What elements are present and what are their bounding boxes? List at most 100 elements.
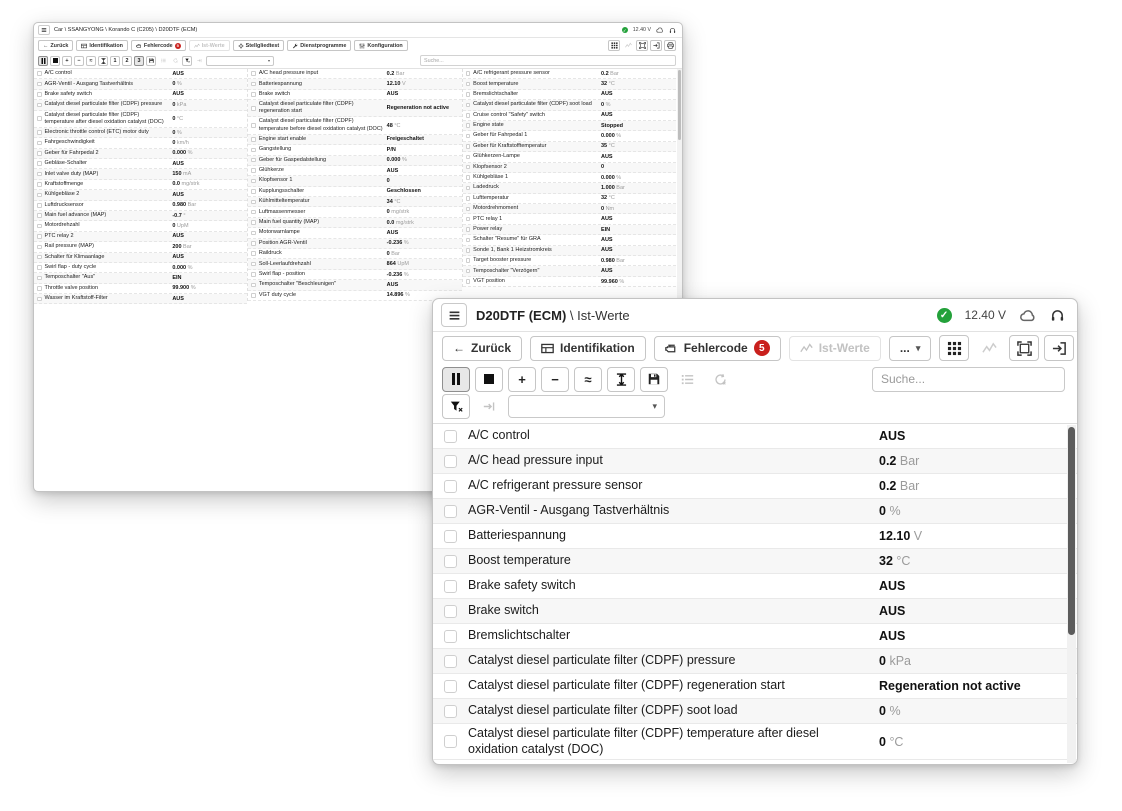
row-checkbox[interactable]: [466, 196, 471, 201]
value-row[interactable]: Bremslichtschalter AUS: [463, 90, 676, 100]
row-checkbox[interactable]: [466, 186, 471, 191]
value-row[interactable]: Gangstellung P/N: [248, 145, 461, 155]
row-checkbox[interactable]: [251, 168, 256, 173]
row-checkbox[interactable]: [444, 605, 457, 618]
value-row[interactable]: Raildruck 0 Bar: [248, 249, 461, 259]
value-row[interactable]: Engine start enable Freigeschaltet: [248, 135, 461, 145]
value-row[interactable]: Temposchalter "Aus" EIN: [34, 273, 247, 283]
value-row[interactable]: A/C head pressure input 0.2 Bar: [248, 69, 461, 79]
stop-button[interactable]: [475, 367, 503, 392]
value-row[interactable]: Target booster pressure 0.980 Bar: [463, 256, 676, 266]
layout-3col-button[interactable]: 3: [134, 56, 144, 66]
value-row[interactable]: Kühlgebläse 2 AUS: [34, 190, 247, 200]
row-checkbox[interactable]: [37, 265, 42, 270]
value-row[interactable]: Klopfsensor 1 0: [248, 176, 461, 186]
export-button[interactable]: [1044, 335, 1074, 361]
value-row[interactable]: Glühkerze AUS: [248, 166, 461, 176]
row-checkbox[interactable]: [251, 158, 256, 163]
search-input[interactable]: [420, 55, 676, 66]
row-checkbox[interactable]: [466, 227, 471, 232]
value-row[interactable]: Catalyst diesel particulate filter (CDPF…: [248, 100, 461, 117]
row-checkbox[interactable]: [444, 705, 457, 718]
row-checkbox[interactable]: [466, 279, 471, 284]
hamburger-menu-button[interactable]: [441, 303, 467, 327]
grid-view-button[interactable]: [608, 40, 620, 51]
row-checkbox[interactable]: [444, 655, 457, 668]
value-row[interactable]: Temposchalter "Beschleunigen" AUS: [248, 280, 461, 290]
fit-height-button[interactable]: [98, 56, 108, 66]
row-checkbox[interactable]: [466, 103, 471, 108]
value-row[interactable]: Boost temperature 32 °C: [463, 79, 676, 89]
value-row[interactable]: PTC relay 2 AUS: [34, 232, 247, 242]
identifikation-button[interactable]: Identifikation: [76, 40, 128, 51]
value-row[interactable]: Temposchalter "Verzögern" AUS: [463, 266, 676, 276]
stop-button[interactable]: [50, 56, 60, 66]
row-checkbox[interactable]: [251, 231, 256, 236]
row-checkbox[interactable]: [37, 297, 42, 302]
row-checkbox[interactable]: [251, 92, 256, 97]
value-row[interactable]: Boost temperature 32 °C: [433, 549, 1077, 574]
value-row[interactable]: Luftmassenmesser 0 mg/strk: [248, 207, 461, 217]
row-checkbox[interactable]: [466, 155, 471, 160]
row-checkbox[interactable]: [444, 480, 457, 493]
back-button[interactable]: ←Zurück: [442, 336, 522, 361]
value-row[interactable]: PTC relay 1 AUS: [463, 214, 676, 224]
cloud-icon[interactable]: [1019, 309, 1037, 322]
value-row[interactable]: Geber für Gaspedalstellung 0.000 %: [248, 156, 461, 166]
grid-view-button[interactable]: [939, 335, 969, 361]
value-row[interactable]: Kraftstoffmenge 0.0 mg/strk: [34, 180, 247, 190]
row-checkbox[interactable]: [444, 680, 457, 693]
row-checkbox[interactable]: [37, 172, 42, 177]
row-checkbox[interactable]: [251, 71, 256, 76]
value-row[interactable]: Wasser im Kraftstoff-Filter AUS: [34, 294, 247, 304]
value-row[interactable]: A/C head pressure input 0.2 Bar: [433, 449, 1077, 474]
zoom-out-button[interactable]: −: [74, 56, 84, 66]
row-checkbox[interactable]: [444, 530, 457, 543]
row-checkbox[interactable]: [466, 165, 471, 170]
value-row[interactable]: AGR-Ventil - Ausgang Tastverhältnis 0 %: [34, 79, 247, 89]
value-row[interactable]: Catalyst diesel particulate filter (CDPF…: [34, 111, 247, 128]
value-row[interactable]: Catalyst diesel particulate filter (CDPF…: [34, 100, 247, 110]
value-row[interactable]: Swirl flap - position -0.236 %: [248, 270, 461, 280]
value-row[interactable]: Klopfsensor 2 0: [463, 163, 676, 173]
zoom-in-button[interactable]: +: [508, 367, 536, 392]
scrollbar-track[interactable]: [677, 69, 682, 305]
value-row[interactable]: Power relay EIN: [463, 225, 676, 235]
value-row[interactable]: Fahrgeschwindigkeit 0 km/h: [34, 138, 247, 148]
row-checkbox[interactable]: [37, 116, 42, 121]
back-button[interactable]: ←Zurück: [38, 40, 73, 51]
save-button[interactable]: [640, 367, 668, 392]
row-checkbox[interactable]: [37, 141, 42, 146]
row-checkbox[interactable]: [251, 293, 256, 298]
row-checkbox[interactable]: [37, 286, 42, 291]
headset-icon[interactable]: [1050, 308, 1065, 323]
row-checkbox[interactable]: [444, 630, 457, 643]
row-checkbox[interactable]: [37, 234, 42, 239]
value-row[interactable]: Motordrehzahl 0 UpM: [34, 221, 247, 231]
value-row[interactable]: Catalyst diesel particulate filter (CDPF…: [433, 674, 1077, 699]
row-checkbox[interactable]: [466, 217, 471, 222]
row-checkbox[interactable]: [466, 71, 471, 76]
row-checkbox[interactable]: [251, 148, 256, 153]
row-checkbox[interactable]: [466, 238, 471, 243]
konfiguration-button[interactable]: Konfiguration: [354, 40, 407, 51]
row-checkbox[interactable]: [466, 258, 471, 263]
more-menu-button[interactable]: ...▾: [889, 336, 932, 361]
row-checkbox[interactable]: [466, 144, 471, 149]
value-row[interactable]: Ladedruck 1.000 Bar: [463, 183, 676, 193]
value-row[interactable]: Cruise control "Safety" switch AUS: [463, 111, 676, 121]
value-row[interactable]: Kühlgebläse 1 0.000 %: [463, 173, 676, 183]
row-checkbox[interactable]: [251, 82, 256, 87]
row-checkbox[interactable]: [37, 151, 42, 156]
print-button[interactable]: [664, 40, 676, 51]
fullscreen-button[interactable]: [636, 40, 648, 51]
row-checkbox[interactable]: [251, 189, 256, 194]
filter-combobox[interactable]: ▾: [508, 395, 665, 418]
row-checkbox[interactable]: [466, 175, 471, 180]
value-row[interactable]: AGR-Ventil - Ausgang Tastverhältnis 0 %: [433, 499, 1077, 524]
row-checkbox[interactable]: [251, 272, 256, 277]
value-row[interactable]: Catalyst diesel particulate filter (CDPF…: [433, 649, 1077, 674]
value-row[interactable]: Lufttemperatur 32 °C: [463, 194, 676, 204]
row-checkbox[interactable]: [466, 207, 471, 212]
row-checkbox[interactable]: [37, 92, 42, 97]
